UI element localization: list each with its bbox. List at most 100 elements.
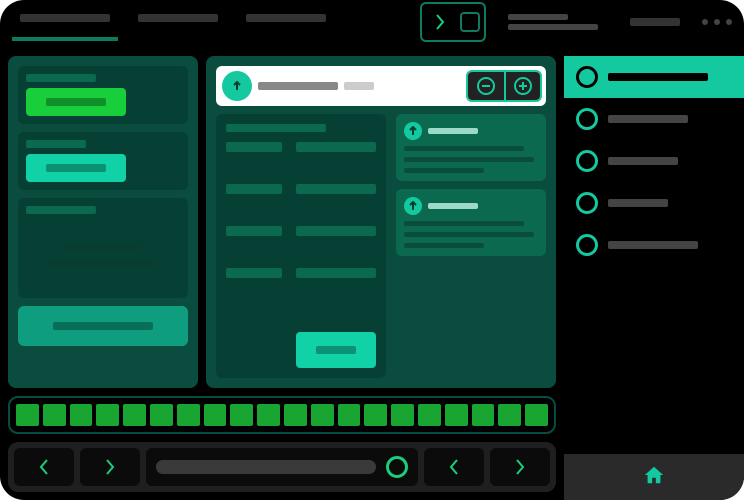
primary-action-button[interactable] xyxy=(26,88,126,116)
home-icon xyxy=(643,464,665,491)
next-button[interactable] xyxy=(490,448,550,486)
sidebar-item-0[interactable] xyxy=(564,56,744,98)
app-frame xyxy=(0,0,744,500)
section-header xyxy=(26,206,96,214)
scrubber[interactable] xyxy=(156,460,376,474)
info-card[interactable] xyxy=(396,114,546,181)
progress-segment xyxy=(418,404,441,426)
card-title xyxy=(428,203,478,209)
context-label xyxy=(508,14,598,30)
sidebar-item-label xyxy=(608,115,688,123)
progress-segment xyxy=(204,404,227,426)
search-input[interactable] xyxy=(258,82,460,90)
grid-cell xyxy=(296,184,376,194)
radio-ring-icon xyxy=(576,192,598,214)
tab-2[interactable] xyxy=(130,3,226,41)
zoom-group xyxy=(466,70,542,102)
cta-button[interactable] xyxy=(18,306,188,346)
progress-segment xyxy=(16,404,39,426)
grid-cell xyxy=(226,142,282,152)
prev-button[interactable] xyxy=(424,448,484,486)
upload-icon[interactable] xyxy=(222,71,252,101)
radio-ring-icon xyxy=(576,108,598,130)
arrow-up-icon xyxy=(404,122,422,140)
sidebar-item-2[interactable] xyxy=(564,140,744,182)
card-line xyxy=(404,232,534,237)
overflow-menu[interactable] xyxy=(702,19,732,25)
skip-forward-button[interactable] xyxy=(80,448,140,486)
status-label xyxy=(630,18,680,26)
progress-segment xyxy=(311,404,334,426)
cards-column xyxy=(396,114,546,378)
progress-segment xyxy=(525,404,548,426)
tab-label xyxy=(246,14,326,22)
grid-cell xyxy=(226,184,282,194)
progress-segment xyxy=(96,404,119,426)
progress-segment xyxy=(123,404,146,426)
expand-toggle[interactable] xyxy=(420,2,486,42)
radio-ring-icon xyxy=(576,66,598,88)
grid-cell xyxy=(226,226,282,236)
grid-header xyxy=(226,124,326,132)
card-line xyxy=(404,243,484,248)
progress-segment xyxy=(364,404,387,426)
radio-ring-icon xyxy=(576,150,598,172)
search-row xyxy=(216,66,546,106)
sidebar-item-label xyxy=(608,157,678,165)
data-grid xyxy=(216,114,386,378)
info-card[interactable] xyxy=(396,189,546,256)
progress-segment xyxy=(498,404,521,426)
progress-segment xyxy=(338,404,361,426)
skip-back-button[interactable] xyxy=(14,448,74,486)
sidebar-item-4[interactable] xyxy=(564,224,744,266)
plus-circle-icon xyxy=(514,77,532,95)
control-bar xyxy=(8,442,556,492)
tab-1[interactable] xyxy=(12,3,118,41)
sidebar-item-1[interactable] xyxy=(564,98,744,140)
transport-center xyxy=(146,448,418,486)
grid-cell xyxy=(296,226,376,236)
secondary-action-button[interactable] xyxy=(26,154,126,182)
section-header xyxy=(26,74,96,82)
info-line xyxy=(63,243,143,251)
sidebar-item-label xyxy=(608,241,698,249)
topbar xyxy=(0,0,744,44)
progress-segment xyxy=(177,404,200,426)
chevron-right-icon xyxy=(426,8,454,36)
minus-circle-icon xyxy=(477,77,495,95)
section-3 xyxy=(18,198,188,298)
home-button[interactable] xyxy=(564,454,744,500)
left-panel xyxy=(8,56,198,388)
right-sidebar xyxy=(564,48,744,500)
grid-cell xyxy=(296,268,376,278)
progress-segment xyxy=(257,404,280,426)
sidebar-item-3[interactable] xyxy=(564,182,744,224)
section-1 xyxy=(18,66,188,124)
expand-handle[interactable] xyxy=(460,12,480,32)
section-2 xyxy=(18,132,188,190)
main-panel xyxy=(206,56,556,388)
zoom-in-button[interactable] xyxy=(504,72,540,100)
arrow-up-icon xyxy=(404,197,422,215)
progress-segment xyxy=(43,404,66,426)
progress-bar[interactable] xyxy=(8,396,556,434)
progress-segment xyxy=(391,404,414,426)
card-line xyxy=(404,146,524,151)
record-icon[interactable] xyxy=(386,456,408,478)
sidebar-item-label xyxy=(608,73,708,81)
grid-action-button[interactable] xyxy=(296,332,376,368)
tab-3[interactable] xyxy=(238,3,334,41)
tab-label xyxy=(138,14,218,22)
card-line xyxy=(404,157,534,162)
sidebar-item-label xyxy=(608,199,668,207)
card-title xyxy=(428,128,478,134)
progress-segment xyxy=(230,404,253,426)
zoom-out-button[interactable] xyxy=(468,72,504,100)
card-line xyxy=(404,168,484,173)
info-line xyxy=(48,259,158,267)
progress-segment xyxy=(150,404,173,426)
radio-ring-icon xyxy=(576,234,598,256)
section-header xyxy=(26,140,86,148)
grid-cell xyxy=(296,142,376,152)
progress-segment xyxy=(70,404,93,426)
